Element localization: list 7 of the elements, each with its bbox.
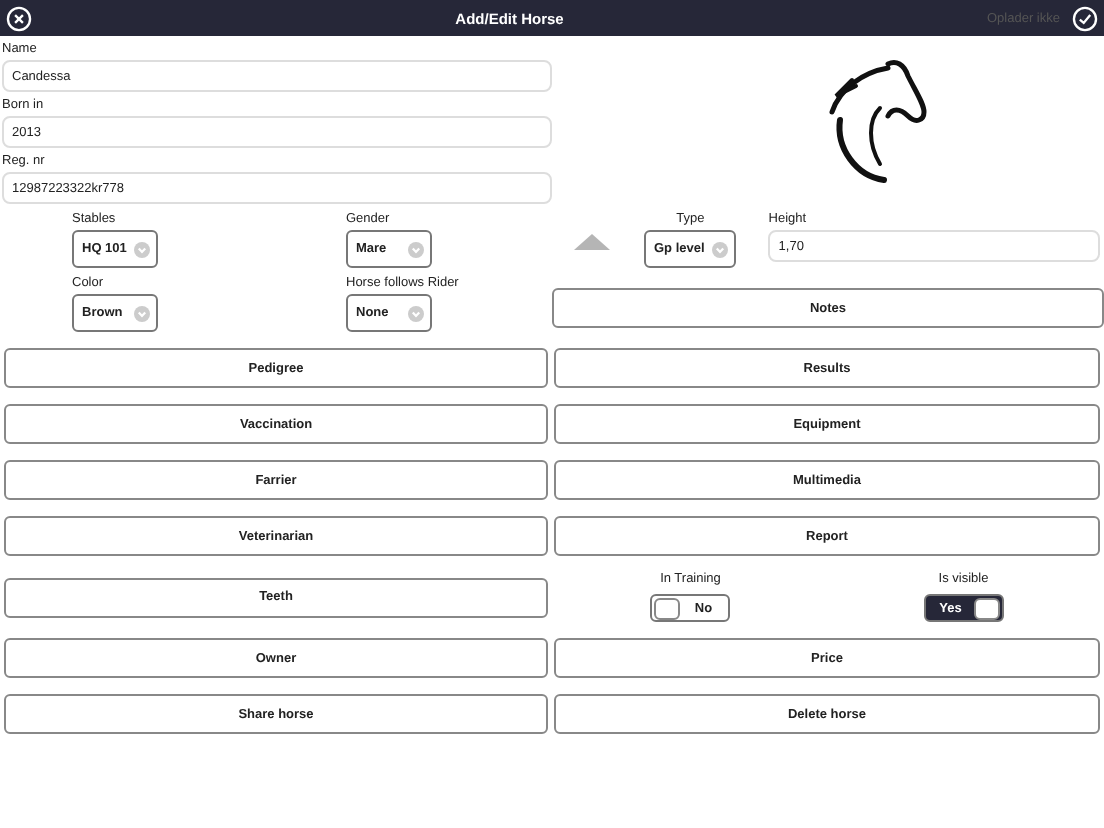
- chevron-icon: [712, 241, 729, 257]
- checkmark-icon[interactable]: [1071, 5, 1098, 31]
- chevron-icon: [134, 241, 151, 257]
- chevron-icon: [408, 305, 424, 321]
- chevron-icon: [134, 305, 150, 321]
- chevron-icon: [408, 241, 424, 257]
- close-icon[interactable]: [6, 5, 32, 31]
